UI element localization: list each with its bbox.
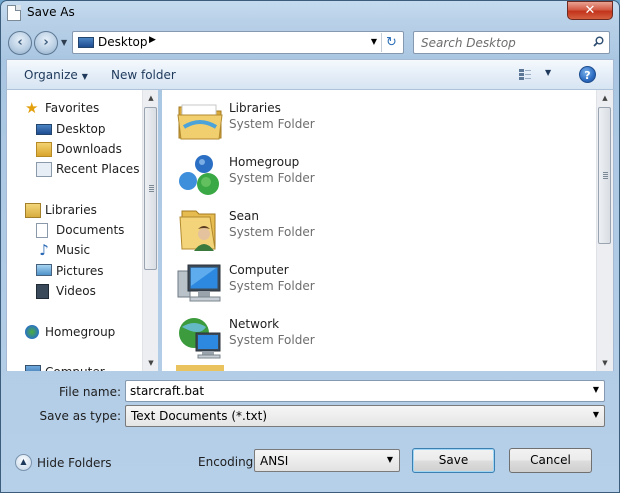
desktop-icon	[36, 124, 52, 135]
scroll-down-icon[interactable]: ▼	[597, 355, 613, 371]
encoding-label: Encoding:	[198, 455, 258, 469]
hide-folders-label: Hide Folders	[37, 456, 112, 470]
help-icon[interactable]: ?	[579, 66, 596, 83]
grip-icon	[149, 185, 154, 192]
scroll-up-icon[interactable]: ▲	[597, 90, 613, 106]
encoding-select[interactable]: ANSI ▼	[254, 449, 400, 472]
details-view-icon	[519, 68, 531, 80]
filename-field[interactable]: ▼	[125, 380, 605, 402]
star-icon: ★	[25, 99, 39, 117]
new-folder-button[interactable]: New folder	[111, 68, 176, 82]
organize-button[interactable]: Organize ▼	[24, 68, 88, 82]
savetype-label: Save as type:	[39, 409, 121, 423]
search-icon[interactable]	[593, 36, 604, 47]
downloads-icon	[36, 142, 52, 157]
savetype-value: Text Documents (*.txt)	[131, 409, 268, 423]
sidebar-item-label: Downloads	[56, 142, 122, 156]
network-icon	[179, 318, 221, 359]
file-list-scrollbar[interactable]: ▲ ▼	[596, 90, 613, 371]
save-as-dialog: Save As ✕ ‹ › ▼ Desktop ▶ ▼ ↻ Organize▼ …	[0, 0, 620, 493]
music-icon: ♪	[39, 241, 49, 259]
close-button[interactable]: ✕	[567, 1, 613, 20]
computer-icon	[177, 264, 221, 302]
change-view-button[interactable]: ▼	[519, 68, 553, 82]
address-bar[interactable]: Desktop ▶ ▼ ↻	[72, 31, 404, 54]
chevron-down-icon: ▼	[81, 72, 88, 81]
window-title: Save As	[27, 5, 75, 19]
scrollbar-thumb[interactable]	[144, 107, 157, 270]
scroll-down-icon[interactable]: ▼	[143, 355, 158, 371]
search-box[interactable]	[413, 31, 610, 54]
filename-label: File name:	[59, 385, 121, 399]
user-folder-icon	[179, 210, 216, 251]
chevron-down-icon[interactable]: ▼	[593, 385, 599, 394]
savetype-select[interactable]: Text Documents (*.txt) ▼	[125, 405, 605, 427]
file-name: Homegroup	[229, 155, 300, 169]
cancel-button[interactable]: Cancel	[509, 448, 592, 473]
list-item[interactable]: Homegroup System Folder	[176, 149, 576, 201]
pictures-icon	[36, 264, 52, 276]
sidebar-item-label: Recent Places	[56, 162, 140, 176]
list-item[interactable]: Sean System Folder	[176, 203, 576, 255]
more-options-dropdown-icon[interactable]: ▼	[545, 68, 551, 77]
chevron-up-icon: ▲	[15, 454, 32, 471]
homegroup-icon	[179, 155, 219, 195]
sidebar-item-label: Homegroup	[45, 325, 116, 339]
file-type: System Folder	[229, 279, 315, 293]
desktop-location-icon	[78, 37, 94, 48]
chevron-down-icon: ▼	[592, 410, 599, 419]
forward-button[interactable]: ›	[34, 31, 58, 55]
scrollbar-thumb[interactable]	[598, 107, 611, 244]
filename-input[interactable]	[130, 382, 570, 400]
file-list: Libraries System Folder Homegroup System…	[162, 90, 614, 371]
back-button[interactable]: ‹	[8, 31, 32, 55]
sidebar-item-label: Desktop	[56, 122, 106, 136]
sidebar-item-label: Favorites	[45, 101, 100, 115]
sidebar-item-label: Music	[56, 243, 91, 257]
file-type: System Folder	[229, 333, 315, 347]
search-input[interactable]	[421, 33, 591, 52]
encoding-value: ANSI	[260, 454, 289, 468]
sidebar-item-label: Libraries	[45, 203, 97, 217]
sidebar-item-label: Videos	[56, 284, 96, 298]
file-type: System Folder	[229, 117, 315, 131]
scroll-up-icon[interactable]: ▲	[143, 90, 158, 106]
address-location[interactable]: Desktop	[98, 35, 148, 49]
libraries-icon	[25, 203, 41, 218]
refresh-button[interactable]: ↻	[381, 33, 401, 52]
homegroup-icon	[25, 325, 39, 339]
file-name: Sean	[229, 209, 259, 223]
libraries-folder-icon	[177, 104, 223, 140]
list-item[interactable]: Network System Folder	[176, 311, 576, 363]
notepad-document-icon	[7, 5, 21, 21]
breadcrumb-arrow-icon[interactable]: ▶	[149, 35, 156, 45]
navigation-pane-scrollbar[interactable]: ▲ ▼	[142, 90, 158, 371]
recent-locations-dropdown-icon[interactable]: ▼	[61, 38, 67, 47]
list-item[interactable]: Computer System Folder	[176, 257, 576, 309]
title-bar: Save As ✕	[1, 1, 619, 27]
sidebar-item-label: Pictures	[56, 264, 104, 278]
file-type: System Folder	[229, 225, 315, 239]
file-name: Libraries	[229, 101, 281, 115]
command-bar: Organize ▼ New folder ▼ ?	[6, 59, 614, 90]
address-dropdown-icon[interactable]: ▼	[371, 37, 377, 46]
sidebar-item-label: Documents	[56, 223, 125, 237]
organize-label: Organize	[24, 68, 78, 82]
save-button[interactable]: Save	[412, 448, 495, 473]
save-form: File name: ▼ Save as type: Text Document…	[1, 371, 620, 493]
file-type: System Folder	[229, 171, 315, 185]
recent-places-icon	[36, 162, 52, 177]
sidebar-item-label: Computer	[45, 363, 105, 371]
file-name: Network	[229, 317, 280, 331]
list-item[interactable]: Libraries System Folder	[176, 95, 576, 147]
grip-icon	[603, 172, 608, 179]
navigation-pane: ★ Favorites Desktop Downloads Recent Pla…	[6, 90, 158, 371]
file-name: Computer	[229, 263, 289, 277]
navigation-bar: ‹ › ▼ Desktop ▶ ▼ ↻	[1, 28, 619, 56]
documents-icon	[36, 223, 48, 238]
chevron-down-icon: ▼	[386, 455, 393, 464]
videos-icon	[36, 284, 49, 299]
